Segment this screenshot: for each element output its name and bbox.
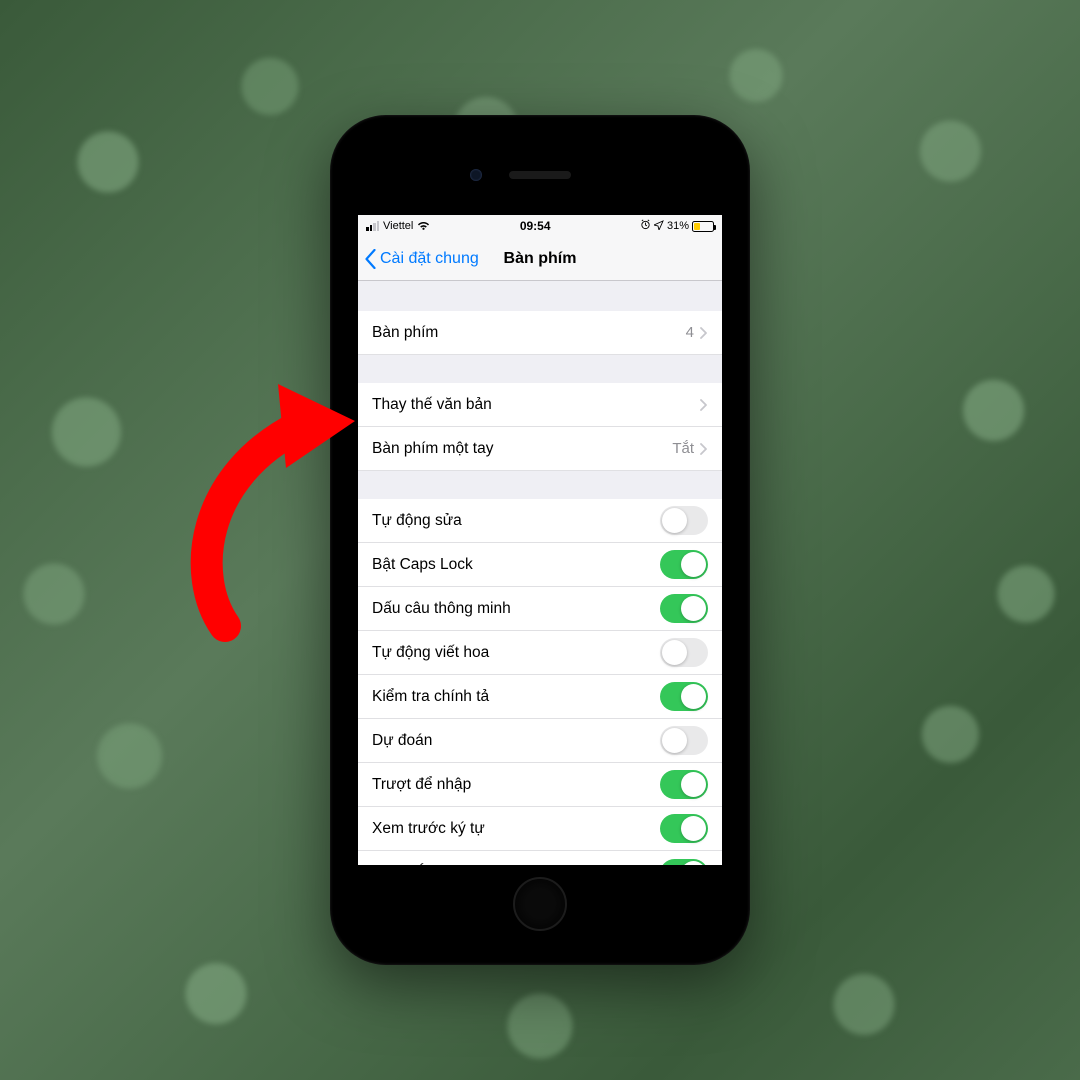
slide-to-type-label: Trượt để nhập [372,776,660,794]
one-handed-label: Bàn phím một tay [372,440,672,458]
signal-icon [366,221,379,231]
text-replacement-label: Thay thế văn bản [372,396,700,414]
caps-lock-toggle[interactable] [660,550,708,579]
row-spell-check: Kiểm tra chính tả [358,675,722,719]
auto-correct-toggle[interactable] [660,506,708,535]
spell-check-label: Kiểm tra chính tả [372,688,660,706]
wifi-icon [417,221,430,231]
chevron-right-icon [700,399,708,411]
auto-capitalize-toggle[interactable] [660,638,708,667]
slide-to-type-toggle[interactable] [660,770,708,799]
row-character-preview: Xem trước ký tự [358,807,722,851]
earpiece-speaker [509,171,571,179]
row-text-replacement[interactable]: Thay thế văn bản [358,383,722,427]
auto-correct-label: Tự động sửa [372,512,660,530]
character-preview-label: Xem trước ký tự [372,820,660,838]
keyboards-label: Bàn phím [372,324,686,342]
spell-check-toggle[interactable] [660,682,708,711]
battery-pct: 31% [667,220,689,232]
character-preview-toggle[interactable] [660,814,708,843]
smart-punctuation-label: Dấu câu thông minh [372,600,660,618]
clock: 09:54 [520,219,551,233]
row-slide-to-type: Trượt để nhập [358,763,722,807]
alarm-icon [640,219,651,233]
row-keyboards[interactable]: Bàn phím 4 [358,311,722,355]
row-auto-correct: Tự động sửa [358,499,722,543]
row-auto-capitalize: Tự động viết hoa [358,631,722,675]
settings-list[interactable]: Bàn phím 4 Thay thế văn bản Bàn phím một… [358,281,722,865]
keyboards-count: 4 [686,324,694,341]
row-predictive: Dự đoán [358,719,722,763]
row-one-handed-keyboard[interactable]: Bàn phím một tay Tắt [358,427,722,471]
status-bar: Viettel 09:54 31% [358,215,722,237]
one-handed-value: Tắt [672,440,694,457]
phone-frame: Viettel 09:54 31% [330,115,750,965]
predictive-label: Dự đoán [372,732,660,750]
row-caps-lock: Bật Caps Lock [358,543,722,587]
row-smart-punctuation: Dấu câu thông minh [358,587,722,631]
chevron-left-icon [364,249,377,269]
caps-lock-label: Bật Caps Lock [372,556,660,574]
front-camera [470,169,482,181]
location-icon [654,220,664,233]
smart-punctuation-toggle[interactable] [660,594,708,623]
phone-top-bezel [344,129,736,215]
row-shortcut: Phím tắt "" [358,851,722,865]
back-button[interactable]: Cài đặt chung [358,249,479,269]
chevron-right-icon [700,443,708,455]
shortcut-toggle[interactable] [660,859,708,866]
carrier-label: Viettel [383,220,413,232]
home-button[interactable] [513,877,567,931]
auto-capitalize-label: Tự động viết hoa [372,644,660,662]
chevron-right-icon [700,327,708,339]
predictive-toggle[interactable] [660,726,708,755]
battery-icon [692,221,714,232]
shortcut-label: Phím tắt "" [372,864,660,865]
nav-bar: Cài đặt chung Bàn phím [358,237,722,281]
back-label: Cài đặt chung [380,250,479,268]
phone-screen: Viettel 09:54 31% [358,215,722,865]
